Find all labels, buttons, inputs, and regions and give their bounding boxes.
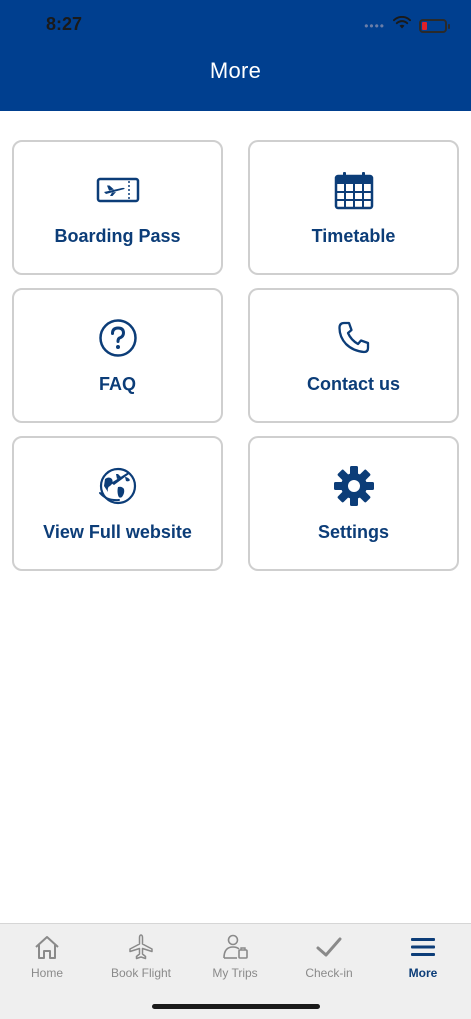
tab-check-in[interactable]: Check-in: [282, 932, 376, 980]
home-icon: [32, 932, 62, 962]
globe-plane-icon: [96, 464, 140, 508]
checkmark-icon: [314, 932, 344, 962]
page-title: More: [209, 58, 262, 83]
timetable-label: Timetable: [311, 226, 396, 246]
traveler-icon: [220, 932, 250, 962]
cellular-signal-icon: ••••: [364, 18, 385, 33]
tab-more-label: More: [408, 966, 438, 980]
home-indicator[interactable]: [152, 1004, 320, 1009]
settings-label: Settings: [317, 522, 389, 542]
view-full-website-button[interactable]: View Full website: [12, 436, 223, 571]
phone-icon: [332, 316, 376, 360]
question-icon: [96, 316, 140, 360]
calendar-icon: [332, 168, 376, 212]
tab-home[interactable]: Home: [0, 932, 94, 980]
battery-icon: [419, 18, 450, 33]
app-header: 8:27 •••• More: [0, 0, 471, 111]
contact-us-label: Contact us: [306, 374, 400, 394]
timetable-button[interactable]: Timetable: [248, 140, 459, 275]
view-full-website-label: View Full website: [43, 522, 192, 542]
boarding-pass-icon: [96, 168, 140, 212]
faq-label: FAQ: [98, 374, 136, 394]
boarding-pass-label: Boarding Pass: [54, 226, 181, 246]
tab-book-flight-label: Book Flight: [110, 966, 172, 980]
wifi-icon: [393, 15, 411, 35]
status-icons: ••••: [364, 15, 450, 35]
settings-button[interactable]: Settings: [248, 436, 459, 571]
status-time: 8:27: [46, 14, 83, 34]
contact-us-button[interactable]: Contact us: [248, 288, 459, 423]
gear-icon: [332, 464, 376, 508]
tab-my-trips-label: My Trips: [212, 966, 258, 980]
boarding-pass-button[interactable]: Boarding Pass: [12, 140, 223, 275]
more-menu-grid: Boarding Pass Timetable FAQ Contact us V…: [12, 140, 459, 571]
airplane-icon: [126, 932, 156, 962]
tab-book-flight[interactable]: Book Flight: [94, 932, 188, 980]
menu-icon: [408, 932, 438, 962]
tab-more[interactable]: More: [376, 932, 470, 980]
faq-button[interactable]: FAQ: [12, 288, 223, 423]
tab-check-in-label: Check-in: [305, 966, 353, 980]
tab-home-label: Home: [30, 966, 63, 980]
tab-my-trips[interactable]: My Trips: [188, 932, 282, 980]
